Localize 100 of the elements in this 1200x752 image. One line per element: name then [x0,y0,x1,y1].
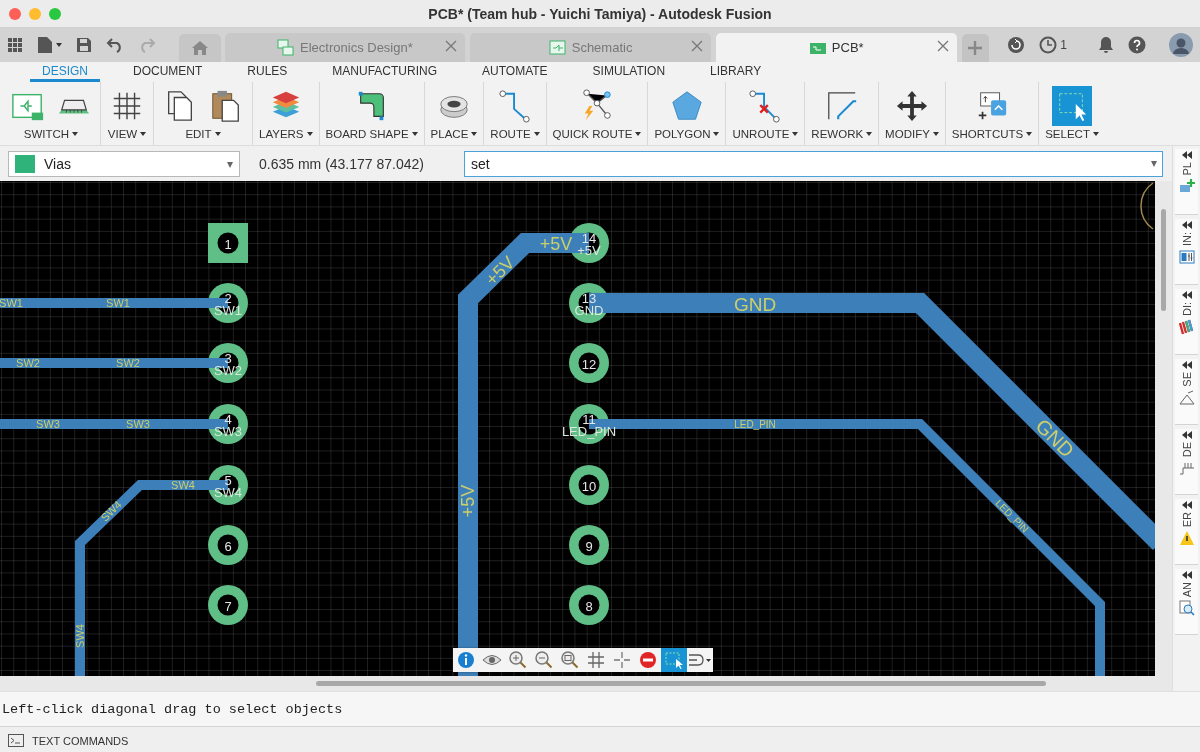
tool-menu-button[interactable]: VIEW [107,126,147,141]
pad[interactable] [208,525,248,565]
apps-grid-icon [7,37,23,53]
pad-number: 7 [224,598,232,614]
crosshair-icon [612,650,632,670]
pad-number: 3 [224,350,232,366]
collapse-icon [1181,151,1192,159]
home-icon [190,40,209,56]
file-icon [37,36,53,54]
pad-number: 5 [224,472,232,488]
canvas-tool-button[interactable] [661,648,687,672]
terminal-icon [8,734,24,747]
layer-dropdown[interactable]: Vias [8,150,240,177]
move-icon [894,89,929,123]
ribbon-tab[interactable]: DOCUMENT [121,63,215,82]
save-icon [76,37,92,53]
panel-tab[interactable]: DE [1180,442,1193,458]
tool-menu-button[interactable]: SELECT [1045,126,1099,141]
net-label: +5V [481,252,519,290]
connector-icon [1178,460,1195,477]
pad[interactable] [569,465,609,505]
tool-menu-button[interactable]: SWITCH [23,126,79,141]
pad-number: 12 [581,356,597,372]
caret-icon [471,131,478,136]
collapse-icon [1181,571,1192,579]
net-label: SW2 [116,357,140,369]
net-label: +5V [458,484,478,518]
file-tab[interactable]: PCB* [715,33,957,62]
pentagon-icon [669,89,704,123]
close-icon [936,40,949,52]
unroute-icon [748,89,783,123]
caret-icon [792,131,799,136]
tool-menu-button[interactable]: PLACE [430,126,478,141]
tool-menu-button[interactable]: MODIFY [885,126,939,141]
board-outline [1140,182,1154,230]
command-field[interactable]: set [464,150,1163,177]
pad-number: 9 [585,538,593,554]
pad[interactable] [569,283,609,323]
pad[interactable] [569,525,609,565]
caret-icon [635,131,642,136]
caret-icon [1092,131,1099,136]
panel-tab[interactable]: DI: [1180,302,1193,317]
ribbon-tab[interactable]: RULES [235,63,300,82]
add-layer-icon [1178,178,1195,195]
caret-icon [72,131,79,136]
horizontal-scrollbar[interactable] [0,676,1172,691]
panel-tab[interactable]: ER [1180,512,1193,528]
route-icon [497,89,532,123]
vertical-scrollbar[interactable] [1155,181,1172,676]
ribbon-tab[interactable]: AUTOMATE [470,63,560,82]
refresh-icon [1007,36,1026,54]
collapse-icon [1181,291,1192,299]
caret-icon [411,131,418,136]
net-label: SW3 [36,418,60,430]
panel-tab[interactable]: AN [1180,582,1193,598]
plus-icon [968,41,983,55]
warning-icon [1178,530,1195,547]
close-window-button[interactable] [9,7,21,20]
caret-icon [56,43,62,47]
scroll-thumb[interactable] [1161,209,1166,311]
pad[interactable] [208,585,248,625]
tool-menu-button[interactable]: UNROUTE [732,126,799,141]
tool-menu-button[interactable]: QUICK ROUTE [552,126,642,141]
caret-icon [713,131,720,136]
ribbon-tab[interactable]: MANUFACTURING [320,63,450,82]
pad[interactable] [569,585,609,625]
ribbon-tab[interactable]: SIMULATION [580,63,678,82]
design-icon [277,38,296,57]
net-label: SW4 [74,624,86,648]
panel-tab[interactable]: SE [1180,372,1193,387]
inspector-icon [1178,249,1195,266]
tool-menu-button[interactable]: BOARD SHAPE [325,126,418,141]
tool-menu-button[interactable]: EDIT [185,126,221,141]
net-label: SW2 [16,357,40,369]
tool-menu-button[interactable]: ROUTE [490,126,540,141]
selection-icon [1178,389,1195,406]
panel-tab[interactable]: IN: [1180,232,1193,247]
tool-menu-button[interactable]: SHORTCUTS [951,126,1033,141]
collapse-icon [1181,221,1192,229]
collapse-icon [1181,501,1192,509]
ribbon-tab[interactable]: LIBRARY [698,63,774,82]
status-message: Left-click diagonal drag to select objects [1,701,343,717]
pad-number: 1 [224,236,232,252]
collapse-icon [1181,431,1192,439]
caret-icon [533,131,540,136]
tool-menu-button[interactable]: REWORK [811,126,873,141]
net-label: GND [733,293,777,315]
tool-menu-button[interactable]: POLYGON [654,126,720,141]
scroll-thumb[interactable] [316,681,1046,686]
net-label: SW1 [0,297,23,309]
stripes-icon [1178,319,1195,336]
pad[interactable] [208,223,248,263]
tool-menu-button[interactable]: LAYERS [259,126,313,141]
pad[interactable] [569,343,609,383]
pad-number: 2 [224,290,232,306]
job-status-button[interactable]: 1 [1032,28,1074,62]
panel-tab[interactable]: PL [1180,162,1193,176]
magnifier-icon [1178,600,1195,617]
caret-icon [866,131,873,136]
close-icon [690,40,703,52]
